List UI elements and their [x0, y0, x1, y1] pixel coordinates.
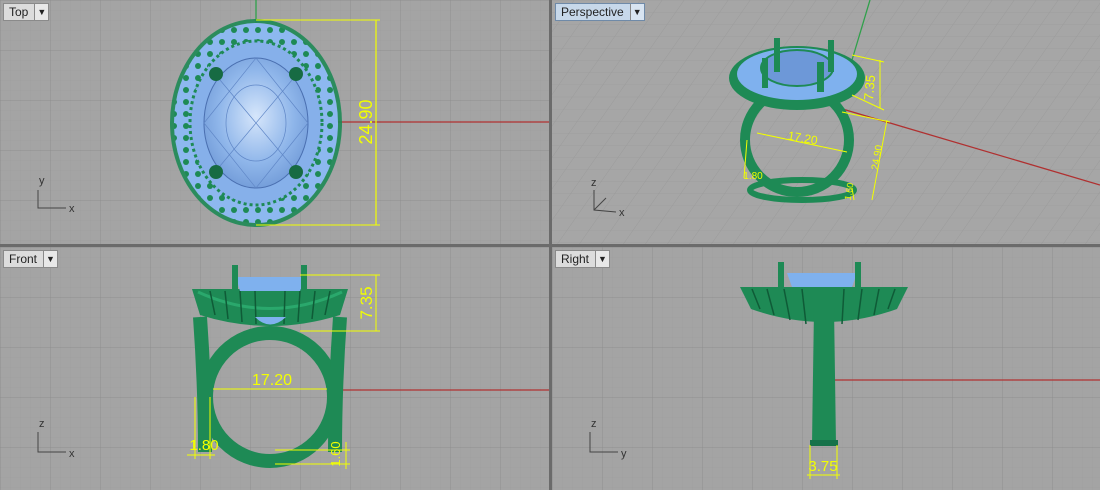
viewport-right[interactable]: Right ▼ 3.75 z y — [552, 247, 1100, 490]
perspective-view-scene: 7.35 17.20 24.90 1.80 1.60 z x — [552, 0, 1100, 244]
axis-label-v: y — [39, 175, 45, 187]
chevron-down-icon[interactable]: ▼ — [43, 251, 58, 267]
viewport-title-top-label: Top — [9, 5, 29, 19]
chevron-down-icon[interactable]: ▼ — [629, 4, 644, 20]
viewport-title-top[interactable]: Top ▼ — [3, 3, 50, 21]
viewport-front[interactable]: Front ▼ 7.35 17.20 1.80 1.60 z x — [0, 247, 549, 490]
viewport-title-front-label: Front — [9, 252, 38, 266]
right-view-scene: 3.75 z y — [552, 247, 1100, 490]
dimension-text: 7.35 — [357, 286, 376, 319]
axis-label-v: z — [591, 418, 597, 430]
viewport-title-right[interactable]: Right ▼ — [555, 250, 611, 268]
axis-label-v: z — [39, 418, 45, 430]
viewport-top[interactable]: Top ▼ 24.90 y x — [0, 0, 549, 244]
grid — [552, 0, 1100, 244]
viewport-title-front[interactable]: Front ▼ — [3, 250, 59, 268]
axis-label-h: x — [619, 207, 625, 219]
dimension-text: 1.80 — [743, 171, 763, 182]
dimension-text: 1.80 — [189, 437, 218, 454]
top-view-scene: 24.90 y x — [0, 0, 549, 244]
viewport-perspective[interactable]: Perspective ▼ 7.35 17.20 24.90 1.80 1.60… — [552, 0, 1100, 244]
axis-label-h: x — [69, 203, 75, 215]
dimension-text: 1.60 — [328, 441, 343, 466]
dimension-text: 24.90 — [356, 99, 376, 144]
viewport-title-perspective-label: Perspective — [561, 5, 624, 19]
front-view-scene: 7.35 17.20 1.80 1.60 z x — [0, 247, 549, 490]
viewport-title-perspective[interactable]: Perspective ▼ — [555, 3, 645, 21]
chevron-down-icon[interactable]: ▼ — [34, 4, 49, 20]
viewport-title-right-label: Right — [561, 252, 590, 266]
axis-label-h: x — [69, 448, 75, 460]
viewport-layout: Top ▼ 24.90 y x Perspective ▼ 7.35 17.20… — [0, 0, 1100, 490]
axis-label-h: y — [621, 448, 627, 460]
ring-top — [170, 19, 342, 227]
dimension-text: 7.35 — [861, 74, 878, 101]
dimension-text: 17.20 — [252, 372, 292, 389]
chevron-down-icon[interactable]: ▼ — [595, 251, 610, 267]
axis-label-v: z — [591, 177, 597, 189]
dimension-text: 3.75 — [808, 458, 837, 475]
